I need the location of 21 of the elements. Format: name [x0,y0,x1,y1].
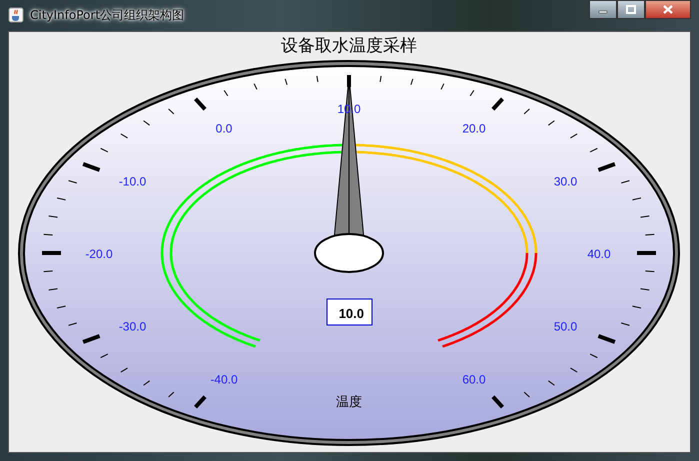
tick-label: 40.0 [587,247,611,261]
maximize-icon [626,5,636,14]
tick-label: -20.0 [85,247,113,261]
tick-label: -40.0 [210,372,238,387]
tick-label: 30.0 [554,174,578,188]
tick-label: 50.0 [554,320,578,334]
tick-label: 20.0 [462,121,486,136]
close-icon [663,5,673,14]
tick-label: -10.0 [118,174,146,188]
needle-hub [314,233,384,273]
window-title: CityInfoPort公司组织架构图 [30,6,184,24]
axis-label: 温度 [336,395,362,410]
close-button[interactable] [645,0,691,19]
tick-label: 0.0 [216,121,232,136]
java-cup-icon [8,7,24,23]
tick-label: -30.0 [118,320,146,334]
value-readout: 10.0 [326,298,372,326]
chart-title: 设备取水温度采样 [281,36,417,56]
maximize-button[interactable] [617,0,645,19]
tick-label: 60.0 [462,372,486,387]
minimize-button[interactable] [589,0,617,19]
